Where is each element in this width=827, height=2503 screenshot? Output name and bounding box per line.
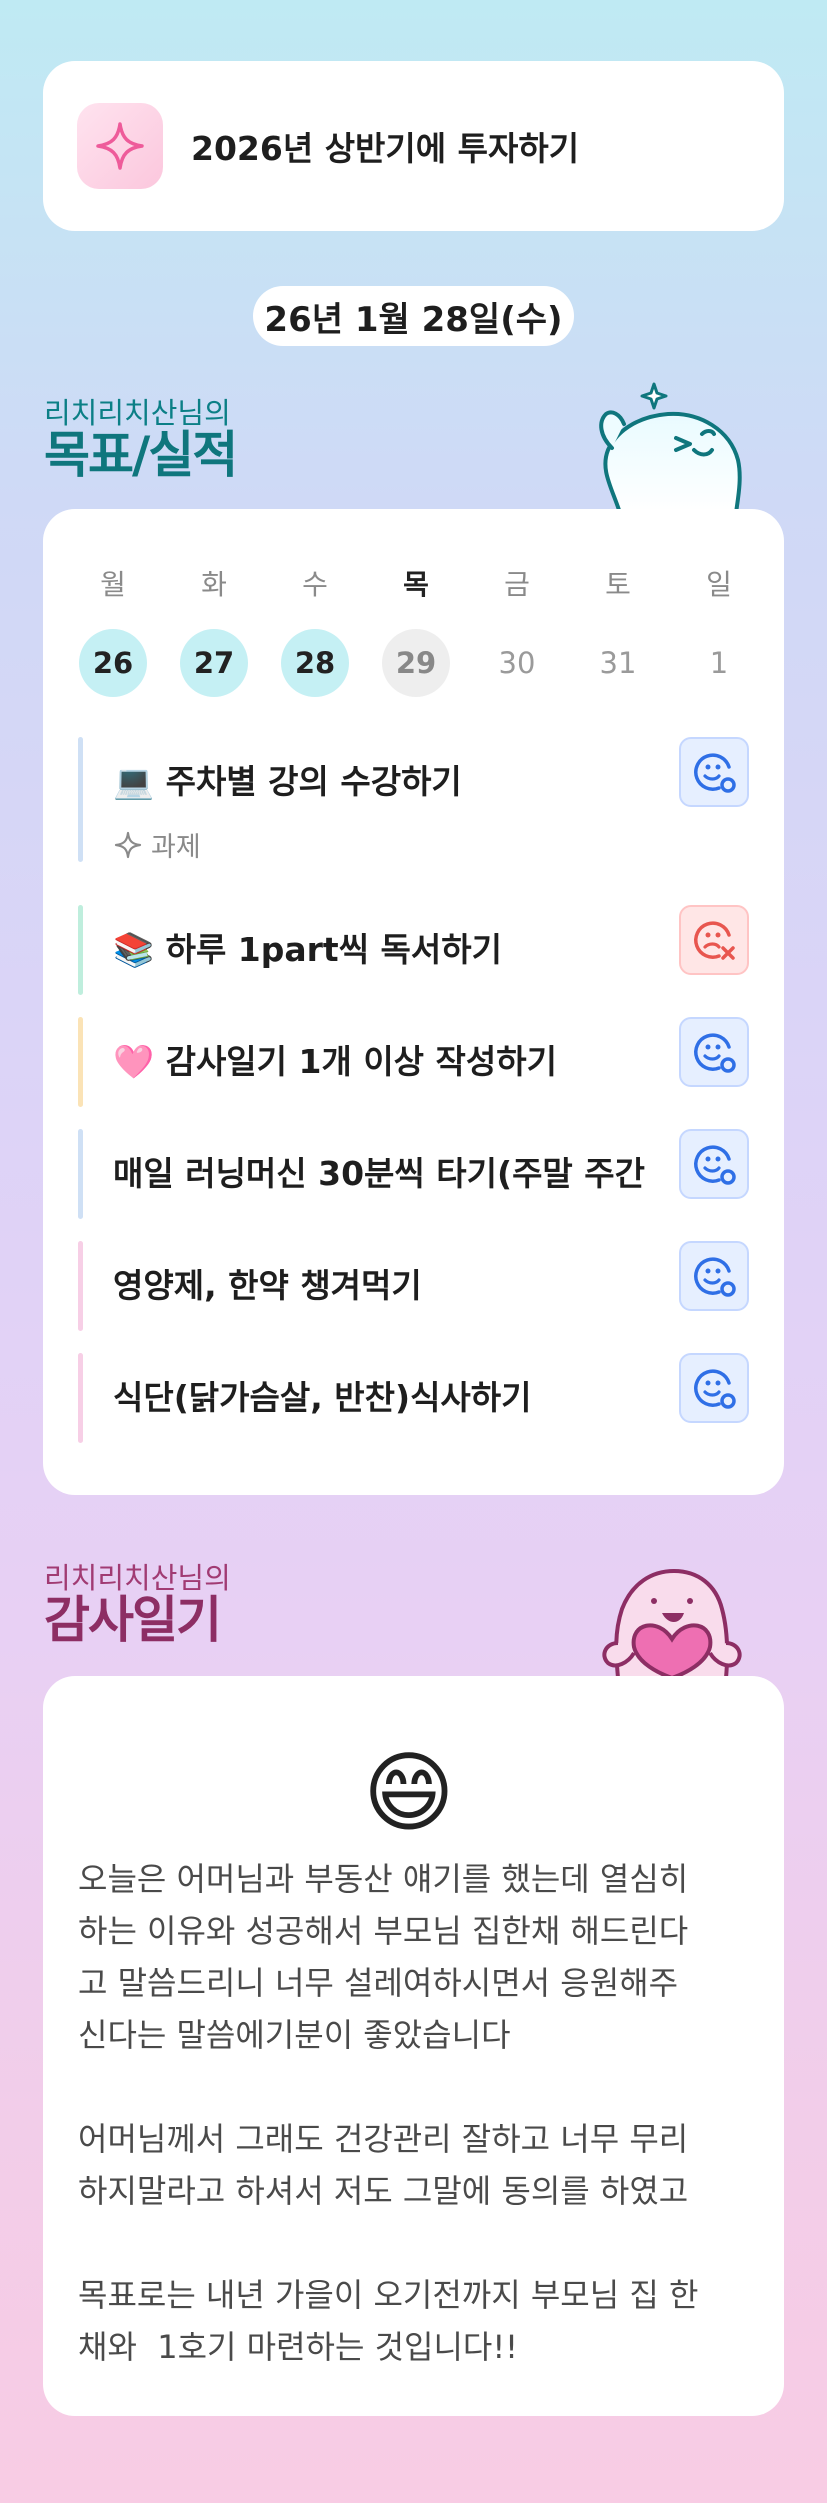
- day-number: 29: [382, 629, 450, 697]
- task-status-success-button[interactable]: [679, 1353, 749, 1423]
- task-item[interactable]: 매일 러닝머신 30분씩 타기(주말 주간: [78, 1129, 749, 1219]
- day-name: 토: [605, 568, 631, 601]
- task-item[interactable]: 📚 하루 1part씩 독서하기: [78, 905, 749, 995]
- task-title: 🩷 감사일기 1개 이상 작성하기: [113, 1042, 557, 1081]
- smile-check-icon: [694, 1145, 736, 1185]
- smile-check-icon: [694, 1257, 736, 1297]
- diary-text: 오늘은 어머님과 부동산 얘기를 했는데 열심히 하는 이유와 성공해서 부모님…: [78, 1860, 699, 2366]
- task-status-success-button[interactable]: [679, 1017, 749, 1087]
- week-calendar: 월 26 화 27 수 28 목 29 금 30 토 31 일 1: [78, 561, 761, 697]
- day-number: 27: [180, 629, 248, 697]
- sparkle-icon: [77, 103, 163, 189]
- calendar-day[interactable]: 화 27: [179, 561, 249, 697]
- sad-x-icon: [694, 921, 735, 960]
- task-status-success-button[interactable]: [679, 1129, 749, 1199]
- day-number: 1: [709, 646, 729, 680]
- task-item[interactable]: 영양제, 한약 챙겨먹기: [78, 1241, 749, 1331]
- sparkle-icon: [114, 831, 142, 858]
- task-status-success-button[interactable]: [679, 1241, 749, 1311]
- task-title: 매일 러닝머신 30분씩 타기(주말 주간: [113, 1154, 645, 1193]
- plan-section-title: 목표/실적: [44, 426, 238, 484]
- calendar-day[interactable]: 수 28: [280, 561, 350, 697]
- task-status-success-button[interactable]: [679, 737, 749, 807]
- day-number: 30: [498, 646, 536, 680]
- day-name: 목: [403, 568, 429, 601]
- task-tag-label: 과제: [151, 832, 201, 863]
- task-item[interactable]: 🩷 감사일기 1개 이상 작성하기: [78, 1017, 749, 1107]
- day-number: 31: [599, 646, 637, 680]
- mood-emoji: 😄: [363, 1741, 455, 1844]
- task-title: 식단(닭가슴살, 반찬)식사하기: [113, 1378, 532, 1417]
- smile-check-icon: [694, 1369, 736, 1409]
- calendar-day[interactable]: 금 30: [482, 561, 552, 697]
- task-title: 영양제, 한약 챙겨먹기: [113, 1266, 422, 1305]
- day-name: 금: [504, 568, 530, 601]
- task-item[interactable]: 💻 주차별 강의 수강하기 과제: [78, 737, 749, 864]
- day-name: 수: [302, 568, 328, 601]
- smile-check-icon: [694, 753, 736, 793]
- date-selector[interactable]: 26년 1월 28일(수): [253, 286, 574, 346]
- heart-mascot-icon: [588, 1543, 758, 1682]
- day-name: 월: [100, 568, 126, 601]
- diary-section-title: 감사일기: [44, 1591, 222, 1649]
- day-number: 28: [281, 629, 349, 697]
- task-tag: 과제: [113, 825, 749, 864]
- task-title: 📚 하루 1part씩 독서하기: [113, 930, 502, 969]
- calendar-day[interactable]: 월 26: [78, 561, 148, 697]
- task-status-fail-button[interactable]: [679, 905, 749, 975]
- day-number: 26: [79, 629, 147, 697]
- calendar-day[interactable]: 목 29: [381, 561, 451, 697]
- goal-card[interactable]: 2026년 상반기에 투자하기: [43, 61, 784, 231]
- diary-card: 😄 오늘은 어머님과 부동산 얘기를 했는데 열심히 하는 이유와 성공해서 부…: [43, 1676, 784, 2416]
- smile-check-icon: [694, 1033, 736, 1073]
- day-name: 일: [706, 568, 732, 601]
- plan-card: 월 26 화 27 수 28 목 29 금 30 토 31 일 1 💻 주차별 …: [43, 509, 784, 1495]
- goal-title: 2026년 상반기에 투자하기: [191, 129, 580, 168]
- ghost-mascot-icon: [590, 378, 760, 517]
- task-item[interactable]: 식단(닭가슴살, 반찬)식사하기: [78, 1353, 749, 1443]
- calendar-day[interactable]: 일 1: [684, 561, 754, 697]
- calendar-day[interactable]: 토 31: [583, 561, 653, 697]
- task-title: 💻 주차별 강의 수강하기: [113, 762, 462, 801]
- day-name: 화: [201, 568, 227, 601]
